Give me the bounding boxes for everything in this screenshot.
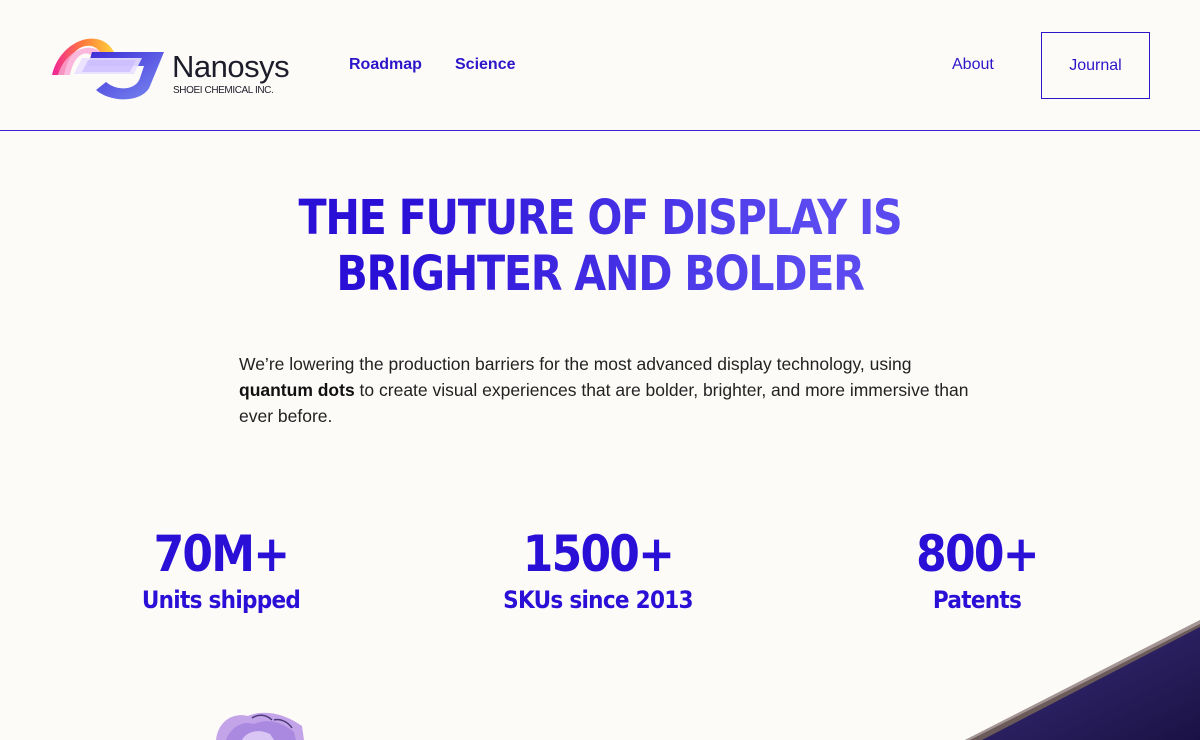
stat-value: 1500+ <box>522 525 675 583</box>
nanosys-logo[interactable]: Nanosys SHOEI CHEMICAL INC. <box>52 30 302 102</box>
intro-bold-term: quantum dots <box>239 380 355 400</box>
display-panel-image <box>965 620 1200 740</box>
journal-button[interactable]: Journal <box>1041 32 1150 99</box>
hero-headline: THE FUTURE OF DISPLAY IS BRIGHTER AND BO… <box>84 190 1116 302</box>
nav-roadmap[interactable]: Roadmap <box>349 56 422 74</box>
brand-name: Nanosys <box>172 49 290 84</box>
logo-mark-icon <box>52 38 164 100</box>
stat-patents: 800+ Patents <box>827 524 1127 616</box>
nav-about[interactable]: About <box>952 56 994 74</box>
stat-value: 70M+ <box>153 525 291 583</box>
hero-intro: We’re lowering the production barriers f… <box>239 351 979 429</box>
nav-science[interactable]: Science <box>455 56 515 74</box>
stat-label: Units shipped <box>141 586 301 614</box>
stat-label: Patents <box>932 586 1022 614</box>
headline-line-1: THE FUTURE OF DISPLAY IS <box>298 190 902 246</box>
intro-text-start: We’re lowering the production barriers f… <box>239 354 912 374</box>
headline-line-2: BRIGHTER AND BOLDER <box>336 246 864 302</box>
stat-label: SKUs since 2013 <box>503 586 693 614</box>
journal-button-label: Journal <box>1069 56 1122 74</box>
quantum-dot-illustration <box>216 712 304 740</box>
site-header: Nanosys SHOEI CHEMICAL INC. Roadmap Scie… <box>0 0 1200 131</box>
stat-units-shipped: 70M+ Units shipped <box>71 524 371 616</box>
stat-skus: 1500+ SKUs since 2013 <box>448 524 748 616</box>
stat-value: 800+ <box>916 525 1039 583</box>
brand-subtitle: SHOEI CHEMICAL INC. <box>173 85 274 96</box>
